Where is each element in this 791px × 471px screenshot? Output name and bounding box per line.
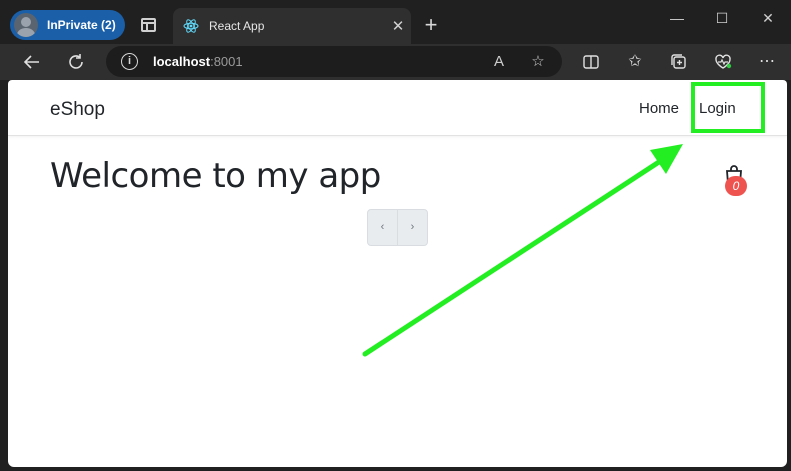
tab-react-app[interactable]: React App ✕ (173, 8, 411, 44)
collections-icon[interactable] (667, 50, 691, 74)
url-text: localhost:8001 (153, 54, 243, 69)
site-info-icon[interactable]: i (121, 53, 138, 70)
page-title: Welcome to my app (50, 156, 381, 196)
tab-close-icon[interactable]: ✕ (385, 17, 411, 35)
more-options-icon[interactable]: ⋯ (755, 50, 779, 74)
inprivate-profile-button[interactable]: InPrivate (2) (10, 10, 125, 40)
favorites-icon[interactable]: ✩ (623, 50, 647, 74)
tab-actions-icon[interactable] (141, 18, 156, 32)
pager-next-button[interactable]: › (397, 210, 427, 245)
new-tab-button[interactable]: + (420, 11, 442, 39)
pagination: ‹ › (367, 209, 428, 246)
brand-link[interactable]: eShop (50, 99, 105, 121)
close-window-button[interactable]: ✕ (754, 6, 782, 30)
react-icon (183, 19, 199, 33)
tab-title: React App (209, 19, 265, 33)
tab-strip: InPrivate (2) React App ✕ + — ☐ ✕ (0, 0, 791, 44)
split-screen-icon[interactable] (579, 50, 603, 74)
browser-essentials-icon[interactable] (711, 50, 735, 74)
address-bar[interactable]: i localhost:8001 A ☆ (106, 46, 562, 77)
nav-home-link[interactable]: Home (639, 100, 679, 117)
avatar (14, 13, 38, 37)
read-aloud-icon[interactable]: A (488, 51, 510, 73)
maximize-button[interactable]: ☐ (708, 6, 736, 30)
site-navbar: eShop Home Login (8, 80, 787, 136)
browser-toolbar: i localhost:8001 A ☆ ✩ ⋯ (0, 44, 791, 80)
minimize-button[interactable]: — (663, 6, 691, 30)
favorite-star-icon[interactable]: ☆ (527, 51, 549, 73)
browser-window: InPrivate (2) React App ✕ + — ☐ ✕ i loca… (0, 0, 791, 471)
back-icon[interactable] (18, 48, 46, 76)
pager-prev-button[interactable]: ‹ (368, 210, 397, 245)
cart-count-badge: 0 (725, 176, 747, 196)
inprivate-label: InPrivate (2) (47, 18, 116, 32)
login-highlight-box (691, 82, 765, 133)
page-viewport: eShop Home Login Welcome to my app 0 ‹ › (8, 80, 787, 467)
refresh-icon[interactable] (62, 48, 90, 76)
